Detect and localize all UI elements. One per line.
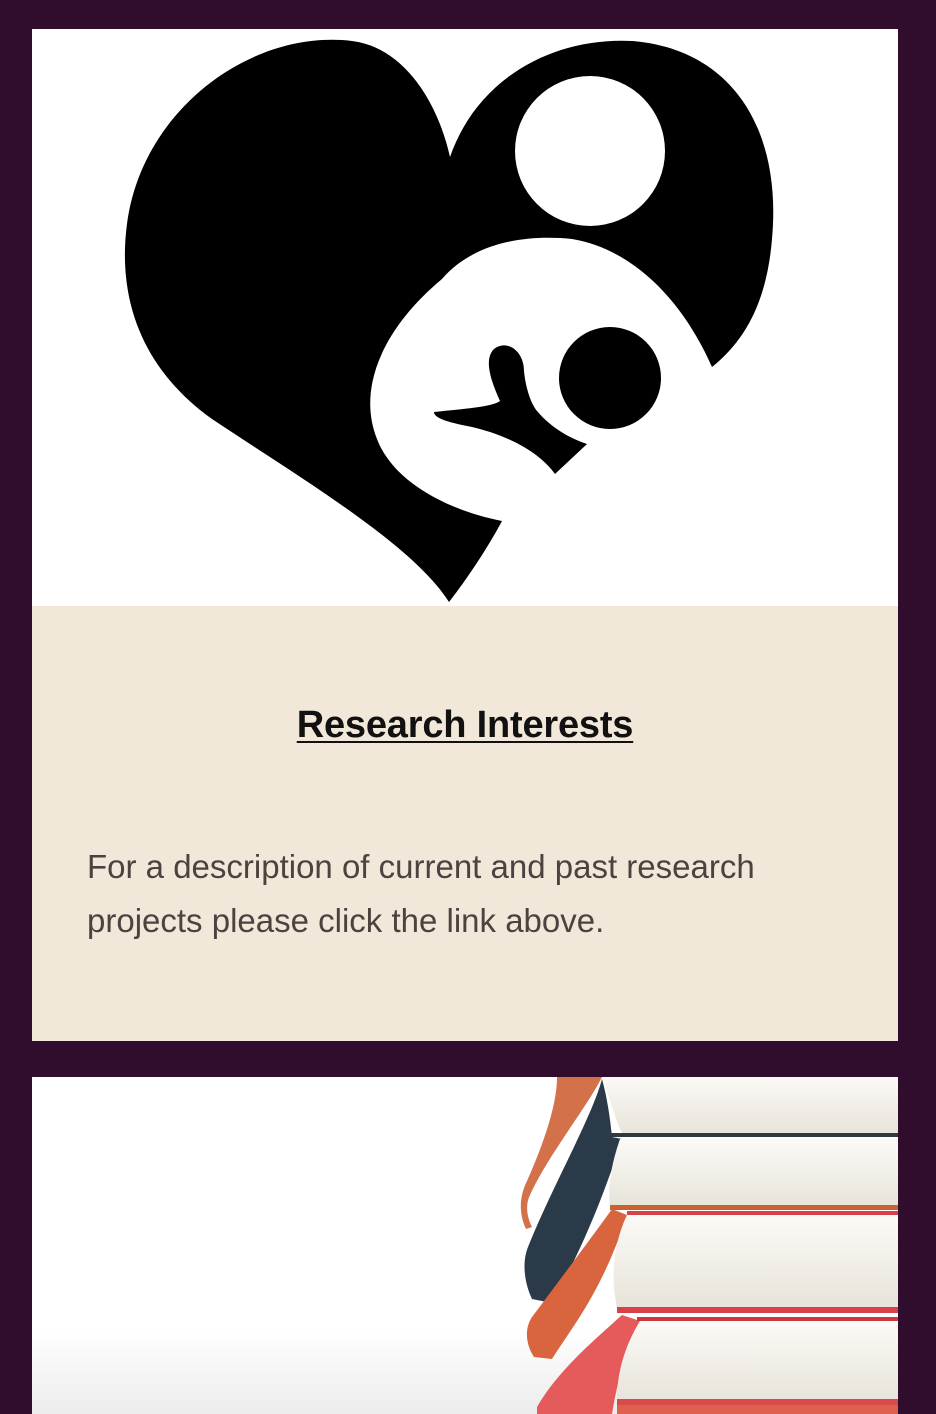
card-image	[32, 29, 898, 606]
book-stack-photo-icon	[32, 1077, 898, 1414]
heart-mother-child-logo-icon	[124, 39, 774, 603]
page: { "research_card": { "image_icon": "hear…	[0, 0, 936, 1414]
research-description: For a description of current and past re…	[87, 848, 755, 939]
baby-head	[559, 327, 661, 429]
card-body: Research Interests For a description of …	[32, 606, 898, 1041]
heart-shape	[124, 39, 774, 603]
research-interests-link[interactable]: Research Interests	[32, 704, 898, 747]
research-interests-card: Research Interests For a description of …	[32, 29, 898, 1041]
books-card	[32, 1077, 898, 1414]
mother-head	[515, 76, 665, 226]
